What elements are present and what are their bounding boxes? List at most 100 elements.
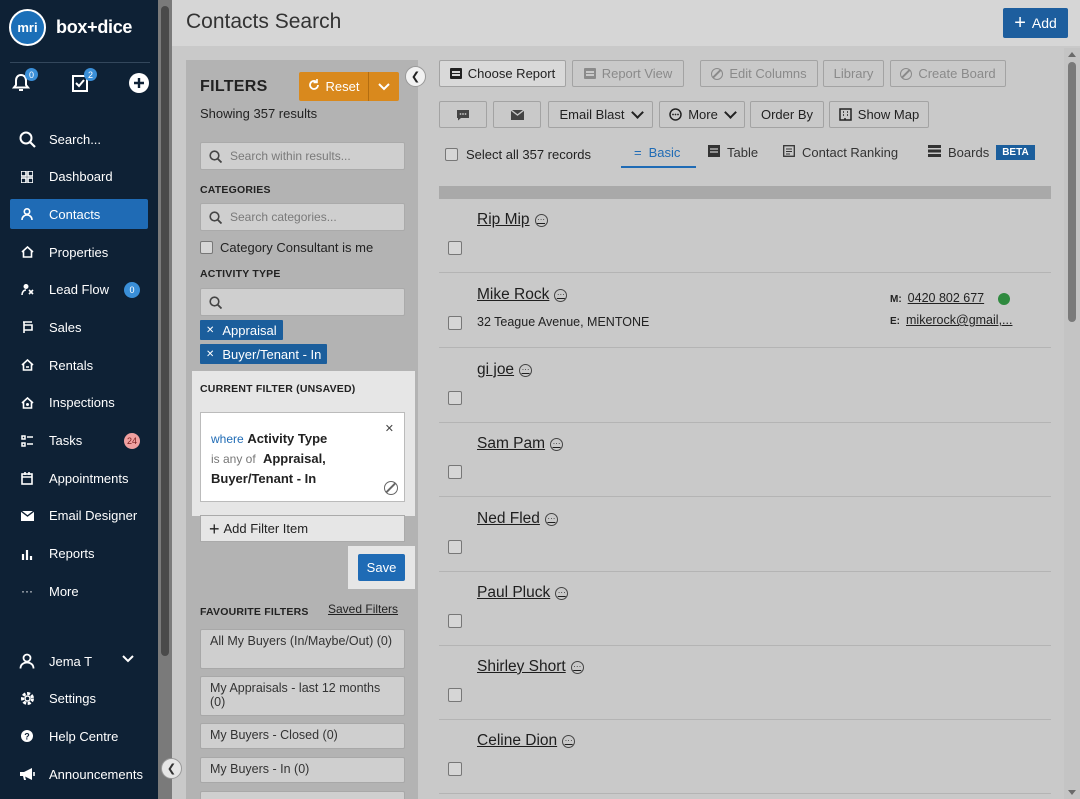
nav-properties[interactable]: Properties bbox=[10, 237, 148, 267]
sidebar-scroll-thumb[interactable] bbox=[161, 6, 169, 656]
more-options-icon[interactable]: ··· bbox=[554, 288, 568, 302]
collapse-filters-button[interactable]: ❮ bbox=[405, 66, 426, 87]
scroll-down-arrow-icon[interactable] bbox=[1068, 790, 1076, 795]
more-dropdown[interactable]: More bbox=[659, 101, 745, 128]
nav-settings[interactable]: Settings bbox=[10, 684, 158, 714]
contact-row[interactable]: Ned Fled ··· bbox=[439, 498, 1051, 572]
reset-label-area[interactable]: Reset bbox=[299, 72, 369, 101]
whatsapp-icon[interactable] bbox=[998, 292, 1011, 305]
email-blast-dropdown[interactable]: Email Blast bbox=[548, 101, 653, 128]
main-scrollbar[interactable] bbox=[1064, 48, 1080, 799]
nav-reports[interactable]: Reports bbox=[10, 539, 148, 569]
sms-button[interactable] bbox=[439, 101, 487, 128]
contact-row[interactable]: Mike Rock ··· 32 Teague Avenue, MENTONE M… bbox=[439, 274, 1051, 348]
current-filter-card[interactable]: ✕ where Activity Type is any of Appraisa… bbox=[200, 412, 405, 502]
order-by-button[interactable]: Order By bbox=[750, 101, 824, 128]
create-board-button[interactable]: Create Board bbox=[890, 60, 1006, 87]
add-button[interactable]: + Add bbox=[1003, 8, 1068, 38]
contact-row[interactable]: gi joe ··· bbox=[439, 349, 1051, 423]
more-options-icon[interactable]: ··· bbox=[570, 660, 584, 674]
more-options-icon[interactable]: ··· bbox=[519, 363, 533, 377]
search-within-results-input[interactable]: Search within results... bbox=[200, 142, 405, 170]
favourite-filter-item[interactable]: My Appraisals - last 12 months (0) bbox=[200, 676, 405, 716]
row-checkbox[interactable] bbox=[448, 241, 462, 255]
collapse-sidebar-button[interactable]: ❮ bbox=[161, 758, 182, 779]
contact-name-link[interactable]: Shirley Short ··· bbox=[477, 658, 584, 676]
add-filter-item-button[interactable]: + Add Filter Item bbox=[200, 515, 405, 542]
contact-name-link[interactable]: Rip Mip ··· bbox=[477, 211, 548, 229]
tab-boards[interactable]: Boards BETA bbox=[928, 145, 1035, 160]
remove-chip-icon[interactable]: ✕ bbox=[206, 325, 214, 336]
mobile-link[interactable]: 0420 802 677 bbox=[908, 291, 984, 305]
search-categories-input[interactable]: Search categories... bbox=[200, 203, 405, 231]
contact-row[interactable]: Sam Pam ··· bbox=[439, 423, 1051, 497]
nav-inspections[interactable]: Inspections bbox=[10, 388, 148, 418]
reset-dropdown-toggle[interactable] bbox=[369, 82, 399, 91]
tasks-quick-button[interactable]: 2 bbox=[69, 68, 97, 94]
more-options-icon[interactable]: ··· bbox=[555, 586, 569, 600]
nav-appointments[interactable]: Appointments bbox=[10, 463, 148, 493]
nav-announcements[interactable]: Announcements bbox=[10, 759, 158, 789]
row-checkbox[interactable] bbox=[448, 762, 462, 776]
nav-dashboard[interactable]: Dashboard bbox=[10, 162, 148, 192]
more-options-icon[interactable]: ··· bbox=[562, 734, 576, 748]
remove-chip-icon[interactable]: ✕ bbox=[206, 349, 214, 360]
row-checkbox[interactable] bbox=[448, 540, 462, 554]
contact-name-link[interactable]: Sam Pam ··· bbox=[477, 435, 564, 453]
activity-chip-appraisal[interactable]: ✕ Appraisal bbox=[200, 320, 283, 340]
notifications-button[interactable]: 0 bbox=[10, 68, 38, 94]
sidebar-scrollbar[interactable] bbox=[158, 0, 172, 799]
nav-lead-flow[interactable]: Lead Flow 0 bbox=[10, 275, 148, 305]
edit-columns-button[interactable]: Edit Columns bbox=[700, 60, 818, 87]
category-consultant-checkbox[interactable] bbox=[200, 241, 213, 254]
row-checkbox[interactable] bbox=[448, 465, 462, 479]
nav-help-centre[interactable]: ? Help Centre bbox=[10, 721, 158, 751]
contact-row[interactable]: Rip Mip ··· bbox=[439, 199, 1051, 273]
more-options-icon[interactable]: ··· bbox=[544, 512, 558, 526]
nav-rentals[interactable]: Rentals bbox=[10, 350, 148, 380]
main-scroll-thumb[interactable] bbox=[1068, 62, 1076, 322]
saved-filters-link[interactable]: Saved Filters bbox=[328, 602, 398, 616]
row-checkbox[interactable] bbox=[448, 316, 462, 330]
scroll-up-arrow-icon[interactable] bbox=[1068, 52, 1076, 57]
row-checkbox[interactable] bbox=[448, 688, 462, 702]
contact-row[interactable]: Celine Dion ··· bbox=[439, 720, 1051, 794]
contact-name-link[interactable]: Celine Dion ··· bbox=[477, 732, 576, 750]
activity-chip-buyer-tenant-in[interactable]: ✕ Buyer/Tenant - In bbox=[200, 344, 328, 364]
category-consultant-checkbox-row[interactable]: Category Consultant is me bbox=[200, 240, 373, 255]
favourite-filter-item[interactable]: My Buyers - Closed (0) bbox=[200, 723, 405, 749]
nav-tasks[interactable]: Tasks 24 bbox=[10, 426, 148, 456]
nav-email-designer[interactable]: Email Designer bbox=[10, 501, 148, 531]
tab-basic[interactable]: = Basic bbox=[634, 145, 680, 160]
nav-contacts[interactable]: Contacts bbox=[10, 199, 148, 230]
contact-row[interactable]: Shirley Short ··· bbox=[439, 646, 1051, 720]
save-button[interactable]: Save bbox=[358, 554, 405, 581]
row-checkbox[interactable] bbox=[448, 391, 462, 405]
contact-name-link[interactable]: Ned Fled ··· bbox=[477, 510, 558, 528]
logo[interactable]: mri box+dice bbox=[9, 9, 132, 46]
more-options-icon[interactable]: ··· bbox=[534, 213, 548, 227]
favourite-filter-item-partial[interactable] bbox=[200, 791, 405, 799]
email-button[interactable] bbox=[493, 101, 541, 128]
reset-button[interactable]: Reset bbox=[299, 72, 399, 101]
favourite-filter-item[interactable]: My Buyers - In (0) bbox=[200, 757, 405, 783]
contact-name-link[interactable]: gi joe ··· bbox=[477, 361, 533, 379]
library-button[interactable]: Library bbox=[823, 60, 884, 87]
select-all-row[interactable]: Select all 357 records bbox=[445, 147, 591, 162]
tab-table[interactable]: Table bbox=[708, 145, 758, 160]
more-options-icon[interactable]: ··· bbox=[550, 437, 564, 451]
activity-type-search-input[interactable] bbox=[200, 288, 405, 316]
nav-more[interactable]: ··· More bbox=[10, 576, 148, 606]
nav-user-menu[interactable]: Jema T bbox=[10, 646, 158, 676]
email-link[interactable]: mikerock@gmail,... bbox=[906, 313, 1012, 327]
nav-search[interactable]: Search... bbox=[10, 124, 148, 154]
contact-name-link[interactable]: Paul Pluck ··· bbox=[477, 584, 569, 602]
quick-add-button[interactable] bbox=[128, 72, 150, 94]
nav-sales[interactable]: Sales bbox=[10, 312, 148, 342]
favourite-filter-item[interactable]: All My Buyers (In/Maybe/Out) (0) bbox=[200, 629, 405, 669]
row-checkbox[interactable] bbox=[448, 614, 462, 628]
contact-row[interactable]: Paul Pluck ··· bbox=[439, 572, 1051, 646]
disable-filter-icon[interactable] bbox=[384, 481, 398, 495]
choose-report-button[interactable]: Choose Report bbox=[439, 60, 566, 87]
close-icon[interactable]: ✕ bbox=[385, 419, 394, 439]
